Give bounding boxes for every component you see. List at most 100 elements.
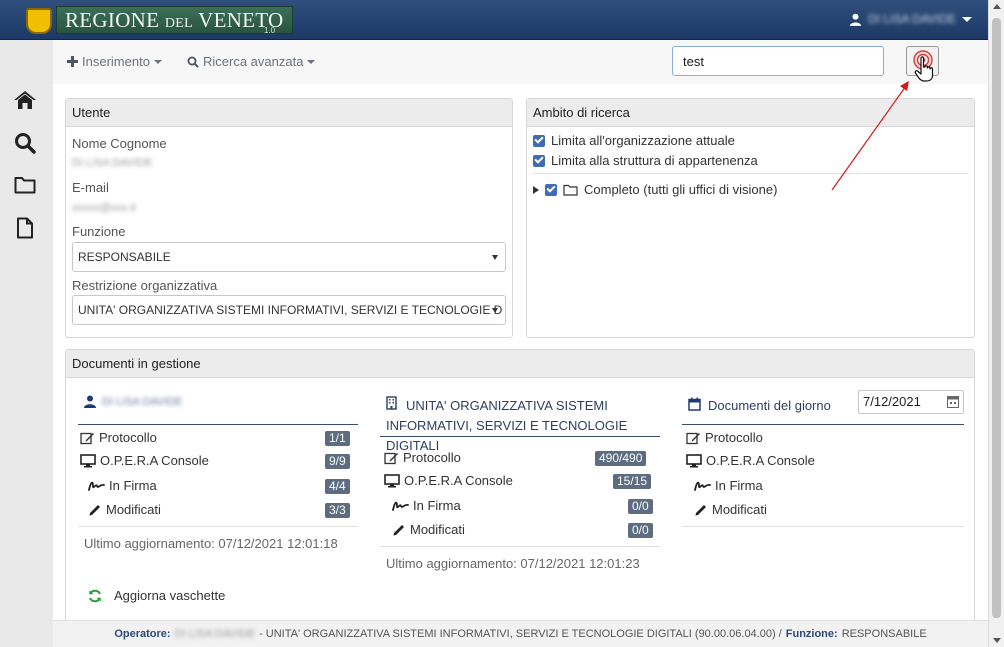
email-label: E-mail	[72, 180, 109, 195]
organization-text: - UNITA' ORGANIZZATIVA SISTEMI INFORMATI…	[259, 628, 782, 640]
org-protocollo[interactable]: Protocollo	[384, 450, 461, 465]
chevron-down-icon	[492, 255, 498, 260]
divider	[78, 526, 358, 527]
funzione-select[interactable]: RESPONSABILE	[72, 242, 506, 272]
monitor-icon	[686, 453, 702, 467]
home-icon[interactable]	[13, 88, 37, 112]
user-panel-title: Utente	[66, 99, 512, 127]
personal-modificati[interactable]: Modificati	[88, 502, 161, 517]
org-docs-title: UNITA' ORGANIZZATIVA SISTEMI INFORMATIVI…	[386, 396, 660, 456]
daily-in-firma[interactable]: In Firma	[694, 478, 763, 493]
chevron-down-icon	[153, 59, 162, 64]
signature-icon	[392, 501, 409, 511]
building-icon	[386, 396, 397, 410]
chevron-down-icon	[492, 308, 498, 313]
calendar-icon[interactable]	[947, 395, 959, 408]
personal-docs-user: DI LISA DAVIDE	[102, 396, 183, 408]
documents-panel-title: Documenti in gestione	[66, 350, 974, 378]
brand-logo[interactable]: REGIONE DEL VENETO	[56, 6, 293, 34]
documents-panel: Documenti in gestione DI LISA DAVIDE Pro…	[65, 349, 975, 625]
limit-org-label: Limita all'organizzazione attuale	[551, 133, 735, 148]
org-in-firma[interactable]: In Firma	[392, 498, 461, 513]
top-bar: REGIONE DEL VENETO 1.0 DI LISA DAVIDE	[0, 0, 988, 40]
app-version: 1.0	[264, 26, 276, 35]
chevron-down-icon	[962, 16, 972, 22]
in-firma-label: In Firma	[413, 498, 461, 513]
in-firma-label: In Firma	[109, 478, 157, 493]
count-badge: 4/4	[325, 479, 350, 494]
main-area: Inserimento Ricerca avanzata Utente Nome…	[53, 40, 988, 625]
advanced-search-menu-button[interactable]: Ricerca avanzata	[187, 54, 316, 69]
daily-protocollo[interactable]: Protocollo	[686, 430, 763, 445]
daily-modificati[interactable]: Modificati	[694, 502, 767, 517]
org-opera-console[interactable]: O.P.E.R.A Console	[384, 473, 513, 488]
insert-menu-label: Inserimento	[82, 54, 150, 69]
role-value: RESPONSABILE	[841, 628, 927, 640]
restrizione-label: Restrizione organizzativa	[72, 278, 218, 293]
checkbox-checked-icon	[533, 154, 545, 167]
count-badge: 1/1	[325, 431, 350, 446]
user-icon	[84, 395, 96, 408]
signature-icon	[88, 481, 105, 491]
role-label: Funzione:	[785, 628, 838, 640]
divider	[380, 546, 660, 547]
scroll-down-icon[interactable]	[993, 638, 1001, 643]
org-last-update: Ultimo aggiornamento: 07/12/2021 12:01:2…	[386, 556, 640, 571]
document-icon[interactable]	[13, 216, 37, 240]
scroll-thumb[interactable]	[992, 18, 1001, 618]
opera-console-label: O.P.E.R.A Console	[706, 453, 815, 468]
calendar-icon	[688, 397, 701, 411]
count-badge: 9/9	[325, 454, 350, 469]
brand-word-1: REGIONE	[65, 8, 160, 32]
expand-arrow-icon[interactable]	[533, 185, 539, 194]
checkbox-checked-icon[interactable]	[545, 183, 557, 196]
folder-icon[interactable]	[13, 173, 37, 197]
count-badge: 3/3	[325, 503, 350, 518]
count-badge: 0/0	[628, 523, 653, 538]
search-input[interactable]	[672, 46, 884, 76]
org-modificati[interactable]: Modificati	[392, 522, 465, 537]
scroll-up-icon[interactable]	[993, 4, 1001, 9]
user-name: DI LISA DAVIDE	[868, 12, 956, 26]
pencil-icon	[89, 504, 100, 515]
restrizione-select[interactable]: UNITA' ORGANIZZATIVA SISTEMI INFORMATIVI…	[72, 295, 506, 325]
limit-org-checkbox[interactable]: Limita all'organizzazione attuale	[533, 133, 735, 148]
daily-opera-console[interactable]: O.P.E.R.A Console	[686, 453, 815, 468]
opera-console-label: O.P.E.R.A Console	[404, 473, 513, 488]
folder-icon	[563, 184, 578, 196]
search-icon[interactable]	[13, 131, 37, 155]
limit-structure-checkbox[interactable]: Limita alla struttura di appartenenza	[533, 153, 758, 168]
in-firma-label: In Firma	[715, 478, 763, 493]
org-docs-header: UNITA' ORGANIZZATIVA SISTEMI INFORMATIVI…	[380, 381, 660, 453]
tree-item-completo[interactable]: Completo (tutti gli uffici di visione)	[533, 182, 777, 197]
date-picker-input[interactable]: 7/12/2021	[858, 390, 964, 414]
user-panel: Utente Nome Cognome DI LISA DAVIDE E-mai…	[65, 98, 513, 338]
count-badge: 15/15	[613, 474, 652, 489]
divider	[533, 173, 968, 174]
refresh-trays-button[interactable]: Aggiorna vaschette	[88, 588, 225, 603]
protocollo-label: Protocollo	[403, 450, 461, 465]
funzione-label: Funzione	[72, 224, 126, 239]
toolbar: Inserimento Ricerca avanzata	[53, 40, 988, 84]
signature-icon	[694, 481, 711, 491]
org-title-line-1: UNITA' ORGANIZZATIVA SISTEMI	[406, 398, 608, 413]
personal-in-firma[interactable]: In Firma	[88, 478, 157, 493]
restrizione-select-value: UNITA' ORGANIZZATIVA SISTEMI INFORMATIVI…	[78, 303, 503, 317]
modificati-label: Modificati	[712, 502, 767, 517]
modificati-label: Modificati	[410, 522, 465, 537]
divider	[682, 526, 964, 527]
refresh-icon	[89, 589, 101, 602]
page-scrollbar[interactable]	[988, 0, 1004, 647]
advanced-search-label: Ricerca avanzata	[203, 54, 304, 69]
refresh-trays-label: Aggiorna vaschette	[114, 588, 226, 603]
left-sidebar	[0, 40, 52, 630]
personal-docs-header: DI LISA DAVIDE	[78, 381, 358, 425]
count-badge: 490/490	[595, 451, 647, 466]
personal-opera-console[interactable]: O.P.E.R.A Console	[80, 453, 209, 468]
name-value: DI LISA DAVIDE	[72, 157, 153, 169]
date-value: 7/12/2021	[863, 394, 921, 409]
insert-menu-button[interactable]: Inserimento	[67, 54, 162, 69]
edit-icon	[384, 452, 398, 464]
personal-protocollo[interactable]: Protocollo	[80, 430, 157, 445]
user-menu[interactable]: DI LISA DAVIDE	[849, 12, 972, 26]
